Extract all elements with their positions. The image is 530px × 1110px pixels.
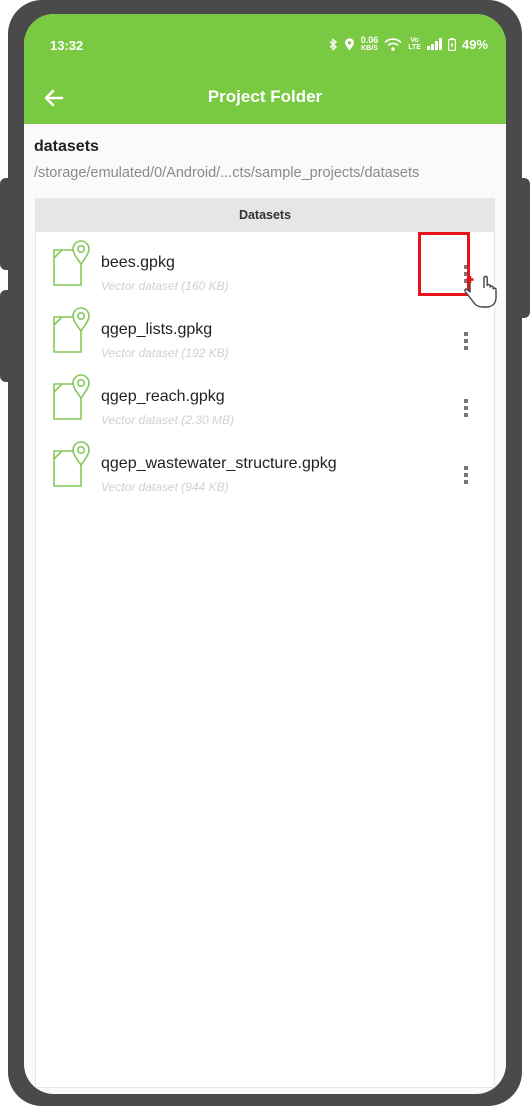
more-options-button[interactable] [454, 323, 478, 359]
network-speed: 0.06 KB/S [360, 35, 379, 53]
folder-path: /storage/emulated/0/Android/...cts/sampl… [34, 165, 420, 181]
dataset-name: qgep_wastewater_structure.gpkg [101, 455, 337, 472]
phone-screen: 13:32 0.06 KB/S Vo LTE 49% Project Folde… [24, 14, 506, 1094]
dataset-item[interactable]: qgep_wastewater_structure.gpkg Vector da… [36, 441, 494, 503]
battery-icon [447, 37, 456, 51]
more-options-button[interactable] [454, 390, 478, 426]
vector-file-icon [53, 240, 90, 286]
more-options-button[interactable] [454, 457, 478, 493]
bluetooth-icon [329, 37, 337, 51]
device-side-button [0, 178, 14, 270]
datasets-header: Datasets [36, 199, 494, 232]
dataset-description: Vector dataset (160 KB) [101, 279, 229, 293]
dataset-name: qgep_lists.gpkg [101, 321, 213, 338]
status-bar: 13:32 0.06 KB/S Vo LTE 49% [24, 14, 506, 74]
device-side-button [516, 178, 530, 318]
vector-file-icon [53, 374, 90, 420]
highlight-box [418, 232, 470, 296]
status-icons: 0.06 KB/S Vo LTE 49% [328, 36, 488, 52]
wifi-icon [384, 37, 402, 51]
dataset-item[interactable]: qgep_lists.gpkg Vector dataset (192 KB) [36, 307, 494, 369]
dataset-name: qgep_reach.gpkg [101, 388, 225, 405]
folder-name: datasets [34, 138, 99, 155]
signal-icon [426, 38, 442, 50]
dataset-description: Vector dataset (2.30 MB) [101, 413, 234, 427]
dataset-description: Vector dataset (944 KB) [101, 480, 229, 494]
battery-level: 49% [461, 36, 488, 52]
device-side-button [0, 290, 14, 382]
datasets-panel: Datasets bees.gpkg Vector dataset (160 K… [35, 198, 495, 1088]
page-title: Project Folder [207, 87, 323, 106]
dataset-item[interactable]: qgep_reach.gpkg Vector dataset (2.30 MB) [36, 374, 494, 436]
vector-file-icon [53, 441, 90, 487]
hand-pointer-icon [464, 275, 497, 308]
more-vertical-icon [464, 466, 468, 470]
dataset-description: Vector dataset (192 KB) [101, 346, 229, 360]
dataset-name: bees.gpkg [101, 254, 175, 271]
status-time: 13:32 [50, 38, 84, 53]
more-vertical-icon [464, 399, 468, 403]
location-icon [344, 37, 354, 50]
top-bar: 13:32 0.06 KB/S Vo LTE 49% Project Folde… [24, 14, 506, 124]
app-bar: Project Folder [24, 74, 506, 124]
volte-indicator: Vo LTE [408, 37, 421, 51]
vector-file-icon [53, 307, 90, 353]
more-vertical-icon [464, 332, 468, 336]
